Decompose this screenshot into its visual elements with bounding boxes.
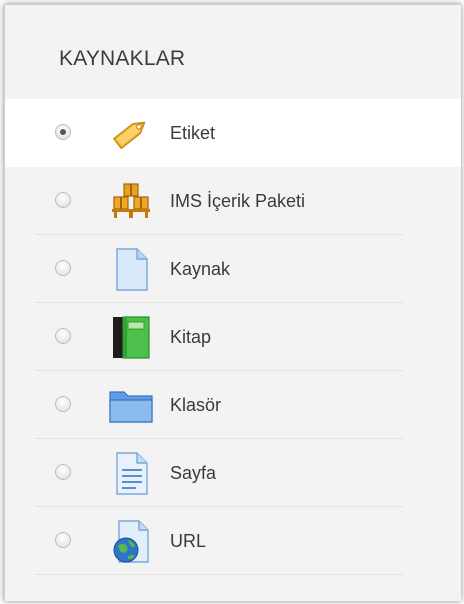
resource-label: Etiket: [170, 123, 216, 143]
file-icon: [108, 246, 154, 292]
radio-button[interactable]: [55, 124, 71, 140]
resource-option-etiket[interactable]: Etiket: [5, 99, 461, 167]
radio-button[interactable]: [55, 192, 71, 208]
resource-label: URL: [170, 531, 207, 551]
boxes-icon: [108, 178, 154, 224]
radio-button[interactable]: [55, 464, 71, 480]
radio-button[interactable]: [55, 396, 71, 412]
resources-frame: KAYNAKLAR Etiket IMS İçerik Paketi Kayna…: [4, 4, 461, 601]
resource-option-sayfa[interactable]: Sayfa: [5, 439, 461, 507]
folder-icon: [108, 382, 154, 428]
resource-label: IMS İçerik Paketi: [170, 191, 306, 211]
resources-panel: KAYNAKLAR Etiket IMS İçerik Paketi Kayna…: [0, 0, 464, 604]
book-icon: [108, 314, 154, 360]
resource-option-kitap[interactable]: Kitap: [5, 303, 461, 371]
section-heading: KAYNAKLAR: [59, 47, 186, 70]
url-globe-icon: [108, 518, 154, 564]
radio-button[interactable]: [55, 532, 71, 548]
separator: [35, 574, 403, 575]
resource-label: Kitap: [170, 327, 212, 347]
resource-label: Klasör: [170, 395, 222, 415]
resource-option-klasor[interactable]: Klasör: [5, 371, 461, 439]
page-icon: [108, 450, 154, 496]
tag-icon: [108, 110, 154, 156]
resource-option-url[interactable]: URL: [5, 507, 461, 575]
resource-option-kaynak[interactable]: Kaynak: [5, 235, 461, 303]
radio-button[interactable]: [55, 260, 71, 276]
resource-label: Sayfa: [170, 463, 217, 483]
resource-option-ims-icerik-paketi[interactable]: IMS İçerik Paketi: [5, 167, 461, 235]
resource-label: Kaynak: [170, 259, 231, 279]
radio-button[interactable]: [55, 328, 71, 344]
